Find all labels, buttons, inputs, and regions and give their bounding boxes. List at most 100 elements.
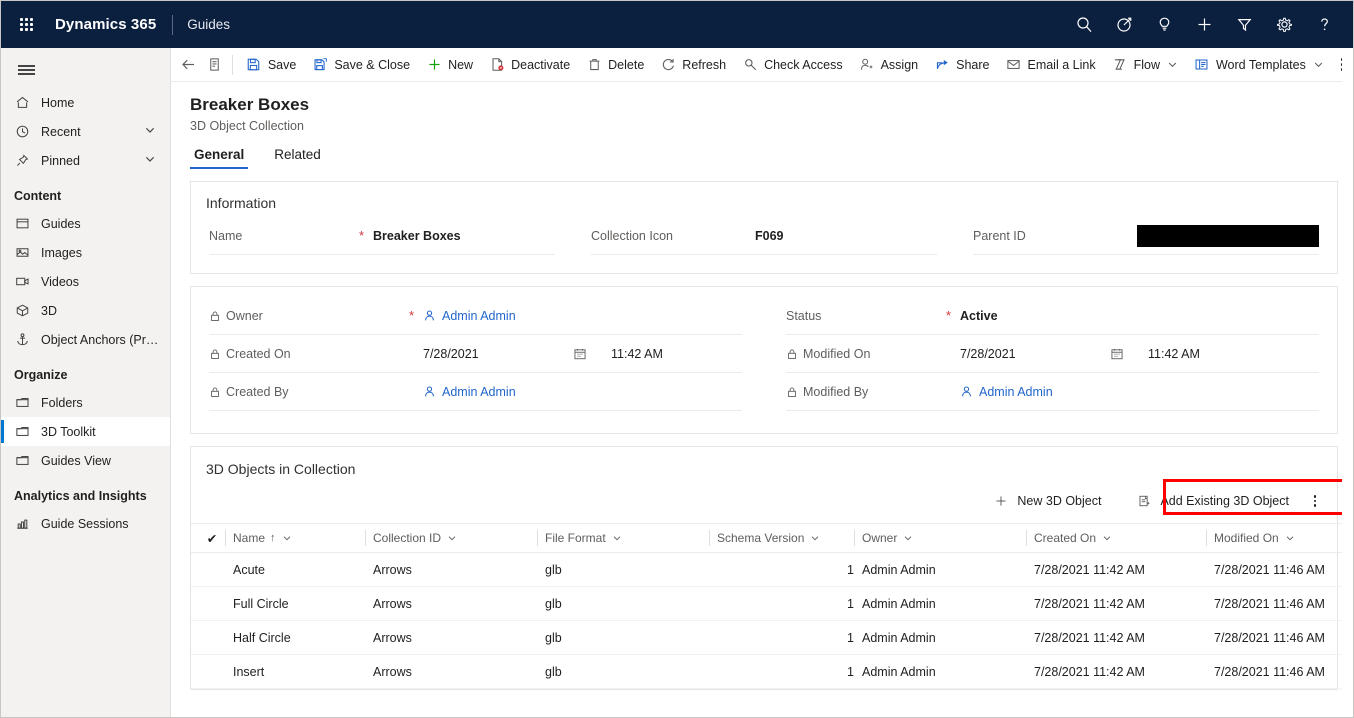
column-header-modified-on[interactable]: Modified On — [1206, 524, 1353, 553]
chevron-down-icon[interactable] — [1313, 59, 1324, 70]
chevron-down-icon[interactable] — [447, 533, 457, 543]
cell-collection-id[interactable]: Arrows — [365, 553, 537, 587]
sidebar-item-images[interactable]: Images — [1, 238, 170, 267]
table-row[interactable]: Half Circle Arrows glb 1 Admin Admin 7/2… — [191, 621, 1353, 655]
chevron-down-icon[interactable] — [612, 533, 622, 543]
cell-name[interactable]: Insert — [225, 655, 365, 689]
cell-collection-id[interactable]: Arrows — [365, 587, 537, 621]
cell-collection-id[interactable]: Arrows — [365, 655, 537, 689]
word-templates-button[interactable]: Word Templates — [1186, 50, 1332, 80]
field-value[interactable]: Admin Admin — [960, 385, 1319, 399]
field-value[interactable]: 7/28/2021 — [423, 347, 742, 361]
vertical-scrollbar[interactable] — [1342, 48, 1353, 717]
cell-name[interactable]: Half Circle — [225, 621, 365, 655]
sidebar-item-3d[interactable]: 3D — [1, 296, 170, 325]
new-3d-object-button[interactable]: New 3D Object — [984, 488, 1111, 514]
table-row[interactable]: Acute Arrows glb 1 Admin Admin 7/28/2021… — [191, 553, 1353, 587]
calendar-icon[interactable] — [1110, 347, 1124, 361]
record-form-scroll-area[interactable]: Breaker Boxes 3D Object Collection Gener… — [171, 82, 1353, 717]
field-value[interactable]: F069 — [755, 229, 937, 243]
sidebar-item-recent[interactable]: Recent — [1, 117, 170, 146]
chevron-down-icon[interactable] — [1285, 533, 1295, 543]
chevron-down-icon[interactable] — [810, 533, 820, 543]
field-collection-icon[interactable]: Collection Icon F069 — [591, 217, 937, 255]
help-icon[interactable] — [1305, 6, 1343, 44]
gear-icon[interactable] — [1265, 6, 1303, 44]
person-chip[interactable]: Admin Admin — [423, 309, 516, 323]
field-status[interactable]: Status * Active — [786, 297, 1319, 335]
cell-owner[interactable]: Admin Admin — [854, 655, 1026, 689]
table-row[interactable]: Full Circle Arrows glb 1 Admin Admin 7/2… — [191, 587, 1353, 621]
subgrid-overflow-button[interactable] — [1303, 488, 1327, 514]
field-modified-by[interactable]: Modified By — [786, 373, 1319, 411]
field-owner[interactable]: Owner * — [209, 297, 742, 335]
column-header-owner[interactable]: Owner — [854, 524, 1026, 553]
field-name[interactable]: Name * Breaker Boxes — [209, 217, 555, 255]
field-value[interactable]: Active — [960, 309, 1319, 323]
field-value[interactable]: Admin Admin — [423, 309, 742, 323]
sidebar-item-3d-toolkit[interactable]: 3D Toolkit — [1, 417, 170, 446]
column-header-name[interactable]: Name ↑ — [225, 524, 365, 553]
add-existing-3d-object-button[interactable]: Add Existing 3D Object — [1127, 488, 1299, 514]
field-modified-on[interactable]: Modified On 7/28/2021 — [786, 335, 1319, 373]
row-select-cell[interactable] — [191, 587, 225, 621]
app-name-label[interactable]: Guides — [187, 17, 230, 32]
plus-icon[interactable] — [1185, 6, 1223, 44]
row-select-cell[interactable] — [191, 655, 225, 689]
sidebar-item-videos[interactable]: Videos — [1, 267, 170, 296]
goal-icon[interactable] — [1105, 6, 1143, 44]
cell-owner[interactable]: Admin Admin — [854, 553, 1026, 587]
field-created-by[interactable]: Created By — [209, 373, 742, 411]
tab-general[interactable]: General — [190, 147, 248, 169]
field-parent-id[interactable]: Parent ID — [973, 217, 1319, 255]
field-value[interactable]: Admin Admin — [423, 385, 742, 399]
sidebar-item-folders[interactable]: Folders — [1, 388, 170, 417]
check-access-button[interactable]: Check Access — [734, 50, 851, 80]
sidebar-item-pinned[interactable]: Pinned — [1, 146, 170, 175]
cell-name[interactable]: Acute — [225, 553, 365, 587]
sidebar-item-guides-view[interactable]: Guides View — [1, 446, 170, 475]
field-value[interactable]: Breaker Boxes — [373, 229, 555, 243]
table-row[interactable]: Insert Arrows glb 1 Admin Admin 7/28/202… — [191, 655, 1353, 689]
deactivate-button[interactable]: Deactivate — [481, 50, 578, 80]
save-and-close-button[interactable]: Save & Close — [304, 50, 418, 80]
filter-icon[interactable] — [1225, 6, 1263, 44]
chevron-down-icon[interactable] — [144, 124, 156, 139]
field-value[interactable]: 7/28/2021 — [960, 347, 1319, 361]
sidebar-item-object-anchors[interactable]: Object Anchors (Prev... — [1, 325, 170, 354]
field-created-on[interactable]: Created On 7/28/2021 — [209, 335, 742, 373]
cell-owner[interactable]: Admin Admin — [854, 587, 1026, 621]
column-header-created-on[interactable]: Created On — [1026, 524, 1206, 553]
field-value[interactable] — [1137, 225, 1319, 247]
select-all-header[interactable]: ✔ — [191, 524, 225, 553]
row-select-cell[interactable] — [191, 621, 225, 655]
tab-related[interactable]: Related — [270, 147, 325, 169]
chevron-down-icon[interactable] — [282, 533, 292, 543]
delete-button[interactable]: Delete — [578, 50, 652, 80]
chevron-down-icon[interactable] — [1167, 59, 1178, 70]
form-selector-button[interactable] — [203, 50, 227, 80]
person-chip[interactable]: Admin Admin — [423, 385, 516, 399]
chevron-down-icon[interactable] — [144, 153, 156, 168]
flow-button[interactable]: Flow — [1104, 50, 1186, 80]
sidebar-item-home[interactable]: Home — [1, 88, 170, 117]
chevron-down-icon[interactable] — [903, 533, 913, 543]
person-chip[interactable]: Admin Admin — [960, 385, 1053, 399]
cell-name[interactable]: Full Circle — [225, 587, 365, 621]
cell-owner[interactable]: Admin Admin — [854, 621, 1026, 655]
cell-collection-id[interactable]: Arrows — [365, 621, 537, 655]
lightbulb-icon[interactable] — [1145, 6, 1183, 44]
sidebar-item-guide-sessions[interactable]: Guide Sessions — [1, 509, 170, 538]
refresh-button[interactable]: Refresh — [652, 50, 734, 80]
column-header-file-format[interactable]: File Format — [537, 524, 709, 553]
brand-title[interactable]: Dynamics 365 — [55, 16, 156, 33]
assign-button[interactable]: Assign — [851, 50, 927, 80]
sidebar-item-guides[interactable]: Guides — [1, 209, 170, 238]
app-launcher-button[interactable] — [9, 8, 43, 42]
search-icon[interactable] — [1065, 6, 1103, 44]
back-button[interactable] — [175, 50, 203, 80]
column-header-collection-id[interactable]: Collection ID — [365, 524, 537, 553]
email-a-link-button[interactable]: Email a Link — [997, 50, 1103, 80]
row-select-cell[interactable] — [191, 553, 225, 587]
share-button[interactable]: Share — [926, 50, 997, 80]
